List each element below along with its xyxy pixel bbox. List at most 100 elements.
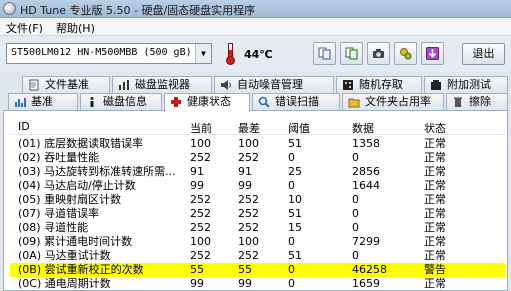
cell-data: 46258 [352,263,387,276]
tab-disk-monitor[interactable]: 磁盘监视器 [112,76,212,93]
cell-id: (0C) 通电周期计数 [18,277,111,290]
tabs-row-1: 文件基准 磁盘监视器 自动噪音管理 随机存取 附加测试 [0,76,511,93]
folder-icon [348,98,360,108]
temperature-readout: 44℃ [244,48,273,61]
cell-status: 正常 [424,249,446,262]
tab-error-scan[interactable]: 错误扫描 [252,93,340,110]
menu-file[interactable]: 文件(F) [6,20,43,36]
cell-status: 正常 [424,165,446,178]
table-row[interactable]: (0A) 马达重试计数 252 252 51 0 正常 [10,249,505,263]
cell-threshold: 0 [288,235,295,248]
cell-data: 0 [352,193,359,206]
cell-data: 0 [352,249,359,262]
cell-id: (03) 马达旋转到标准转速所需... [18,165,176,178]
table-row[interactable]: (04) 马达启动/停止计数 99 99 0 1644 正常 [10,179,505,193]
camera-icon [373,49,384,58]
tab-noise-management[interactable]: 自动噪音管理 [214,76,334,93]
cell-data: 0 [352,221,359,234]
cell-threshold: 51 [288,249,302,262]
cell-worst: 55 [238,263,252,276]
cell-id: (0A) 马达重试计数 [18,249,111,262]
tab-label: 自动噪音管理 [237,78,303,91]
table-row[interactable]: (09) 累计通电时间计数 100 100 0 7299 正常 [10,235,505,249]
cell-data: 7299 [352,235,380,248]
cell-id: (04) 马达启动/停止计数 [18,179,136,192]
cell-current: 99 [190,179,204,192]
options-button[interactable] [394,42,417,65]
table-row[interactable]: (08) 寻道性能 252 252 15 0 正常 [10,221,505,235]
speaker-icon [221,80,231,90]
table-header: ID 当前 最差 阈值 数据 状态 [10,118,505,135]
cell-current: 252 [190,221,211,234]
download-icon [426,47,439,60]
cell-worst: 252 [238,221,259,234]
cell-current: 91 [190,165,204,178]
cell-current: 99 [190,277,204,290]
tab-folder-usage[interactable]: 文件夹占用率 [342,93,444,110]
cell-current: 252 [190,151,211,164]
save-button[interactable] [421,42,444,65]
table-row[interactable]: (02) 吞吐量性能 252 252 0 0 正常 [10,151,505,165]
cell-id: (08) 寻道性能 [18,221,89,234]
cell-id: (02) 吞吐量性能 [18,151,100,164]
header-id[interactable]: ID [18,120,30,133]
cell-data: 2856 [352,165,380,178]
chevron-down-icon[interactable]: ▼ [195,44,211,63]
tab-label: 附加测试 [447,78,491,91]
table-row[interactable]: (05) 重映射扇区计数 252 252 10 0 正常 [10,193,505,207]
exit-button[interactable]: 退出 [462,43,505,65]
menu-help[interactable]: 帮助(H) [56,20,95,36]
monitor-icon [119,80,129,90]
toolbar: ST500LM012 HN-M500MBB (500 gB) ▼ 44℃ 退出 [0,36,511,72]
cell-status: 正常 [424,207,446,220]
tab-extra-tests[interactable]: 附加测试 [424,76,508,93]
cell-threshold: 25 [288,165,302,178]
tab-label: 磁盘监视器 [135,78,190,91]
drive-select[interactable]: ST500LM012 HN-M500MBB (500 gB) ▼ [6,43,212,64]
cell-status: 正常 [424,137,446,150]
cell-id: (09) 累计通电时间计数 [18,235,133,248]
tab-health[interactable]: 健康状态 [164,93,250,112]
drive-select-value: ST500LM012 HN-M500MBB (500 gB) [11,47,192,58]
table-row[interactable]: (03) 马达旋转到标准转速所需... 91 91 25 2856 正常 [10,165,505,179]
cell-worst: 252 [238,207,259,220]
cell-threshold: 10 [288,193,302,206]
tab-label: 基准 [31,95,53,108]
health-icon [171,97,181,107]
cell-current: 252 [190,207,211,220]
scan-icon [258,96,270,108]
table-row[interactable]: (0C) 通电周期计数 99 99 0 1659 正常 [10,277,505,291]
cell-status: 正常 [424,235,446,248]
tab-disk-info[interactable]: 磁盘信息 [80,93,162,110]
table-row[interactable]: (07) 寻道错误率 252 252 51 0 正常 [10,207,505,221]
cell-threshold: 15 [288,221,302,234]
copy-all-button[interactable] [340,42,363,65]
copy-all-icon [345,47,358,60]
tab-random-access[interactable]: 随机存取 [336,76,422,93]
tab-label: 磁盘信息 [103,95,147,108]
menu-bar: 文件(F) 帮助(H) [0,18,511,36]
table-row-warning[interactable]: (0B) 尝试重新校正的次数 55 55 0 46258 警告 [10,263,505,277]
screenshot-button[interactable] [367,42,390,65]
cell-worst: 91 [238,165,252,178]
thermometer-icon [224,42,236,66]
options-icon [400,48,412,60]
table-row[interactable]: (01) 底层数据读取错误率 100 100 51 1358 正常 [10,137,505,151]
cell-threshold: 0 [288,277,295,290]
tab-file-benchmark[interactable]: 文件基准 [22,76,110,93]
tab-erase[interactable]: 擦除 [446,93,508,110]
cell-current: 55 [190,263,204,276]
tab-benchmark[interactable]: 基准 [8,93,78,110]
cell-threshold: 0 [288,263,295,276]
cell-worst: 99 [238,179,252,192]
cell-worst: 252 [238,193,259,206]
copy-button[interactable] [313,42,336,65]
cell-worst: 100 [238,235,259,248]
cell-status: 正常 [424,151,446,164]
tab-label: 文件基准 [45,78,89,91]
tab-label: 健康状态 [187,95,231,108]
tab-label: 错误扫描 [275,95,319,108]
cell-id: (01) 底层数据读取错误率 [18,137,144,150]
tab-label: 随机存取 [359,78,403,91]
cell-data: 1659 [352,277,380,290]
